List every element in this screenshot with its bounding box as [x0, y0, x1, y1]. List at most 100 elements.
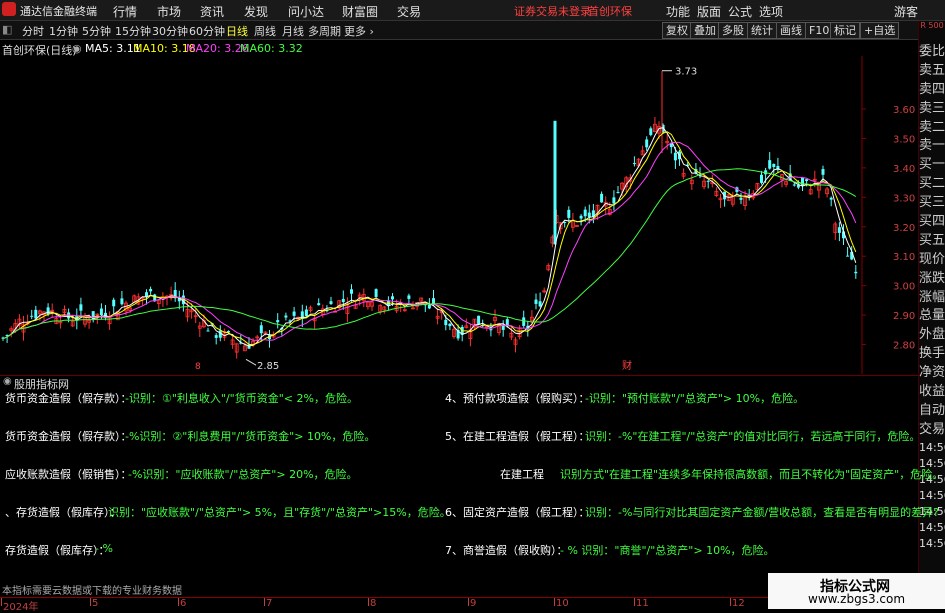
candle-body-down [522, 317, 526, 326]
btn-huaxian[interactable]: 画线 [776, 22, 806, 39]
tab-multi-period[interactable]: 多周期 [308, 23, 341, 39]
indicator-label: 5、在建工程造假（假工程）： [445, 430, 590, 443]
footer-note: 本指标需要云数据或下载的专业财务数据 [2, 586, 182, 597]
event-marker[interactable]: 8 [195, 362, 201, 372]
candlestick-chart[interactable]: 3.60 3.50 3.40 3.30 3.20 3.10 3.00 2.90 2.80 3.7… [0, 56, 918, 374]
guest-label[interactable]: 游客 [894, 3, 918, 20]
quote-field-24: 14:56 [919, 488, 945, 502]
tab-more[interactable]: 更多 › [344, 23, 374, 39]
candle-body-down [341, 298, 345, 302]
watermark-url: www.zbgs3.com [808, 592, 906, 606]
time-tick-label: 2024年 [3, 602, 39, 613]
tab-30min[interactable]: 30分钟 [152, 23, 188, 39]
time-tick-label: 11 [636, 598, 649, 609]
ma-lines [2, 127, 857, 347]
indicator-text: -%识别："应收账款"/"总资产"> 20%，危险。 [128, 468, 358, 481]
tab-daily[interactable]: 日线 [226, 23, 248, 39]
low-marker-line [245, 358, 257, 366]
btn-duogu[interactable]: 多股 [718, 22, 748, 39]
candle-body-down [829, 197, 833, 200]
quote-field-16: 换手 [919, 346, 945, 362]
menu-gongshi[interactable]: 公式 [728, 3, 752, 20]
btn-tongji[interactable]: 统计 [747, 22, 777, 39]
stock-name-title: 首创环保 [588, 5, 632, 18]
candle-body-down [407, 295, 411, 299]
menu-jiaoyi[interactable]: 交易 [397, 3, 421, 20]
tab-1min[interactable]: 1分钟 [49, 23, 78, 39]
indicator-settings-icon[interactable]: ◉ [3, 376, 12, 387]
quote-field-2: 卖四 [919, 81, 945, 97]
quote-field-5: 卖一 [919, 138, 945, 154]
ma20-line [2, 141, 857, 341]
menu-xuanxiang[interactable]: 选项 [759, 3, 783, 20]
ma60-line [2, 168, 857, 340]
high-price-label: 3.73 [675, 67, 697, 78]
indicator-label: 7、商誉造假（假收购）： [445, 544, 568, 557]
candle-body-down [587, 212, 591, 218]
candle-body-down [120, 298, 124, 305]
btn-fuquan[interactable]: 复权 [662, 22, 692, 39]
candle-body-down [760, 174, 763, 183]
menu-caifuquan[interactable]: 财富圈 [342, 3, 378, 20]
candle-body-down [567, 209, 571, 218]
candle-body-down [30, 315, 34, 317]
event-marker[interactable]: 财 [622, 359, 632, 372]
low-price-label: 2.85 [257, 361, 279, 372]
candle-body-down [304, 309, 308, 316]
menu-wenxiaoda[interactable]: 问小达 [288, 3, 324, 20]
candle-body-down [706, 180, 710, 182]
candle-body-down [350, 289, 353, 294]
time-tick-mark [90, 598, 91, 606]
quote-field-6: 买一 [919, 157, 945, 173]
quote-field-3: 卖三 [919, 100, 945, 116]
candle-body-down [432, 298, 435, 304]
time-tick-mark [368, 598, 369, 606]
menu-hangqing[interactable]: 行情 [113, 3, 137, 20]
time-tick-mark [730, 598, 731, 606]
btn-add-watchlist[interactable]: +自选 [860, 22, 900, 39]
price-tick-label: 3.20 [893, 223, 915, 234]
candle-body-down [259, 325, 263, 334]
menu-shichang[interactable]: 市场 [157, 3, 181, 20]
candle-body-down [821, 169, 825, 175]
menu-banmian[interactable]: 版面 [697, 3, 721, 20]
settings-gear-icon[interactable]: ◉ [72, 42, 82, 55]
menu-gongneng[interactable]: 功能 [666, 3, 690, 20]
indicator-label: 货币资金造假（假存款）： [5, 430, 132, 443]
indicator-label: 货币资金造假（假存款）： [5, 392, 132, 405]
tab-60min[interactable]: 60分钟 [189, 23, 225, 39]
candle-body-down [145, 292, 148, 297]
indicator-label: 6、固定资产造假（假工程）： [445, 506, 590, 519]
indicator-text: 识别：-%与同行对比其固定资产金额/营收总额，查看是否有明显的差异? [585, 506, 939, 519]
candle-body-down [276, 320, 280, 323]
candle-body-down [649, 128, 653, 135]
candle-body-down [600, 193, 604, 203]
quote-field-10: 买五 [919, 232, 945, 248]
indicator-label: 存货造假（假库存）： [5, 544, 110, 557]
tab-monthly[interactable]: 月线 [282, 23, 304, 39]
toolbar-toggle-icon[interactable]: ◧ [2, 23, 12, 36]
candle-body-down [669, 143, 673, 148]
candle-body-down [538, 301, 542, 307]
quote-field-14: 总量 [919, 308, 945, 324]
indicator-label: 、存货造假（假库存）： [5, 506, 121, 519]
tab-fenshi[interactable]: 分时 [22, 23, 44, 39]
candle-body-down [579, 215, 583, 219]
time-tick-mark [178, 598, 179, 606]
quote-field-20: 交易 [919, 421, 945, 437]
tab-15min[interactable]: 15分钟 [115, 23, 151, 39]
time-tick-label: 9 [470, 598, 477, 609]
menu-zixun[interactable]: 资讯 [200, 3, 224, 20]
indicator-label: 在建工程 [500, 468, 544, 481]
btn-diejia[interactable]: 叠加 [690, 22, 720, 39]
price-tick-label: 3.40 [893, 164, 915, 175]
tab-weekly[interactable]: 周线 [254, 23, 276, 39]
btn-biaoji[interactable]: 标记 [830, 22, 860, 39]
menu-faxian[interactable]: 发现 [244, 3, 268, 20]
login-warning[interactable]: 证券交易未登录 [514, 3, 591, 19]
tab-5min[interactable]: 5分钟 [82, 23, 111, 39]
title-bar: 通达信金融终端 行情 市场 资讯 发现 问小达 财富圈 交易 证券交易未登录 首… [0, 0, 945, 21]
candle-body-down [792, 184, 796, 186]
candle-body-down [292, 311, 296, 316]
time-tick-mark [634, 598, 635, 606]
